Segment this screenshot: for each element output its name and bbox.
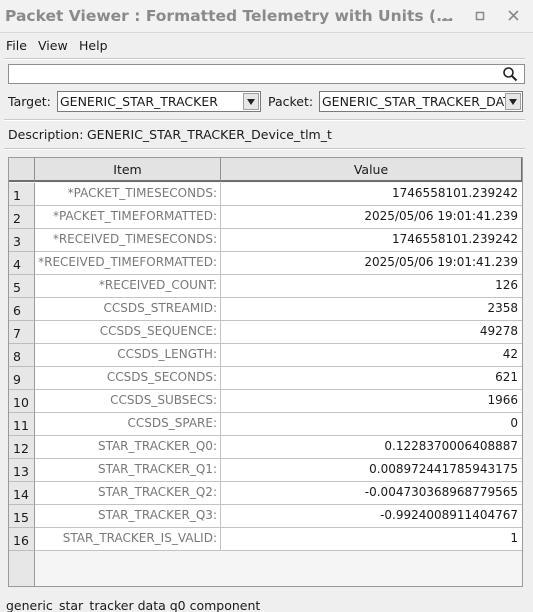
menu-help[interactable]: Help (79, 38, 108, 53)
table-cell-item[interactable]: CCSDS_SECONDS: (35, 367, 221, 390)
table-corner-header[interactable] (9, 158, 35, 182)
row-header[interactable]: 12 (9, 436, 35, 459)
table-cell-item[interactable]: CCSDS_LENGTH: (35, 344, 221, 367)
table-cell-item[interactable]: STAR_TRACKER_IS_VALID: (35, 528, 221, 551)
row-header[interactable]: 9 (9, 367, 35, 390)
row-header-filler (9, 551, 35, 586)
row-header[interactable]: 16 (9, 528, 35, 551)
packet-select[interactable]: GENERIC_STAR_TRACKER_DATA (319, 91, 523, 112)
menu-file[interactable]: File (6, 38, 27, 53)
table-cell-value[interactable]: 0.008972441785943175 (221, 459, 522, 482)
close-icon (508, 10, 519, 21)
target-select-value: GENERIC_STAR_TRACKER (60, 94, 218, 109)
table-cell-item[interactable]: STAR_TRACKER_Q3: (35, 505, 221, 528)
row-header[interactable]: 10 (9, 390, 35, 413)
search-icon[interactable] (502, 66, 518, 82)
table-cell-item[interactable]: STAR_TRACKER_Q1: (35, 459, 221, 482)
table-cell-value[interactable]: 2025/05/06 19:01:41.239 (221, 252, 522, 275)
row-header[interactable]: 13 (9, 459, 35, 482)
table-cell-value[interactable]: 621 (221, 367, 522, 390)
menu-view[interactable]: View (38, 38, 68, 53)
minimize-button[interactable] (436, 6, 456, 26)
search-box (8, 64, 525, 84)
telemetry-table: Item Value 1 *PACKET_TIMESECONDS: 17465581… (8, 157, 523, 587)
target-label: Target: (8, 94, 51, 109)
table-cell-value[interactable]: 1 (221, 528, 522, 551)
title-bar: Packet Viewer : Formatted Telemetry with… (0, 0, 533, 33)
table-cell-item[interactable]: CCSDS_SUBSECS: (35, 390, 221, 413)
row-header[interactable]: 7 (9, 321, 35, 344)
table-cell-value[interactable]: 42 (221, 344, 522, 367)
table-cell-item[interactable]: *RECEIVED_TIMESECONDS: (35, 229, 221, 252)
maximize-icon (475, 11, 485, 21)
table-cell-value[interactable]: -0.9924008911404767 (221, 505, 522, 528)
menu-bar: File View Help (0, 34, 533, 56)
table-cell-value[interactable]: 2358 (221, 298, 522, 321)
table-cell-value[interactable]: 0 (221, 413, 522, 436)
table-cell-item[interactable]: *PACKET_TIMEFORMATTED: (35, 206, 221, 229)
row-header[interactable]: 15 (9, 505, 35, 528)
row-header[interactable]: 6 (9, 298, 35, 321)
separator (4, 148, 525, 150)
row-header[interactable]: 11 (9, 413, 35, 436)
row-header[interactable]: 2 (9, 206, 35, 229)
table-cell-item[interactable]: CCSDS_STREAMID: (35, 298, 221, 321)
row-header[interactable]: 1 (9, 183, 35, 206)
table-cell-value[interactable]: 1746558101.239242 (221, 183, 522, 206)
separator (4, 58, 525, 60)
table-cell-value[interactable]: 1746558101.239242 (221, 229, 522, 252)
maximize-button[interactable] (470, 6, 490, 26)
table-cell-value[interactable]: 2025/05/06 19:01:41.239 (221, 206, 522, 229)
table-cell-item[interactable]: STAR_TRACKER_Q0: (35, 436, 221, 459)
table-cell-item[interactable]: CCSDS_SEQUENCE: (35, 321, 221, 344)
close-button[interactable] (504, 6, 524, 26)
packet-label: Packet: (268, 94, 314, 109)
target-select[interactable]: GENERIC_STAR_TRACKER (57, 91, 261, 112)
description-value: GENERIC_STAR_TRACKER_Device_tlm_t (87, 127, 332, 142)
table-cell-value[interactable]: 0.1228370006408887 (221, 436, 522, 459)
window-title: Packet Viewer : Formatted Telemetry with… (5, 7, 454, 25)
separator (4, 119, 525, 121)
chevron-down-icon[interactable] (243, 93, 259, 110)
row-header[interactable]: 14 (9, 482, 35, 505)
table-cell-item[interactable]: CCSDS_SPARE: (35, 413, 221, 436)
description-label: Description: (8, 127, 84, 142)
row-header[interactable]: 3 (9, 229, 35, 252)
table-cell-value[interactable]: -0.004730368968779565 (221, 482, 522, 505)
table-cell-item[interactable]: *RECEIVED_COUNT: (35, 275, 221, 298)
column-header-value[interactable]: Value (221, 158, 522, 182)
column-header-item[interactable]: Item (35, 158, 221, 182)
row-header[interactable]: 8 (9, 344, 35, 367)
packet-select-value: GENERIC_STAR_TRACKER_DATA (322, 94, 519, 109)
table-cell-value[interactable]: 1966 (221, 390, 522, 413)
minimize-icon (442, 19, 450, 21)
table-cell-item[interactable]: *RECEIVED_TIMEFORMATTED: (35, 252, 221, 275)
search-input[interactable] (11, 66, 491, 82)
row-header[interactable]: 4 (9, 252, 35, 275)
table-cell-value[interactable]: 126 (221, 275, 522, 298)
table-cell-item[interactable]: STAR_TRACKER_Q2: (35, 482, 221, 505)
chevron-down-icon[interactable] (505, 93, 521, 110)
table-cell-item[interactable]: *PACKET_TIMESECONDS: (35, 183, 221, 206)
table-cell-value[interactable]: 49278 (221, 321, 522, 344)
row-header[interactable]: 5 (9, 275, 35, 298)
status-bar-text: generic_star_tracker data q0 component (6, 598, 261, 612)
